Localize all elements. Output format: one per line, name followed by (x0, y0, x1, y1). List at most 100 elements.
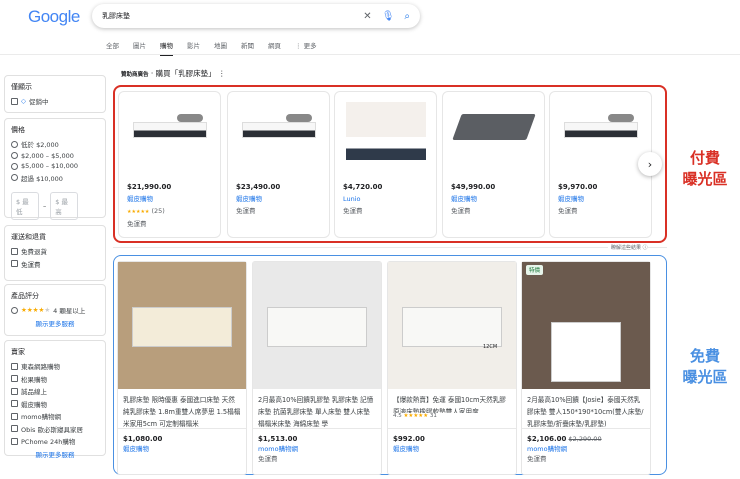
product-price: $23,490.00 (236, 183, 281, 191)
review-count: (25) (151, 207, 165, 215)
rating-option[interactable]: ★★★★★ 4 顆星以上 (11, 305, 99, 315)
shipping-info: 免運費 (236, 207, 256, 215)
product-title[interactable]: 【爆款熱賣】免運 泰國10cm天然乳膠原液床墊橡膠軟墊雙人家用席 (388, 389, 516, 413)
filter-seller[interactable]: 東森網路購物 (11, 361, 99, 371)
organic-product-card[interactable]: 特價 2月最高10%回饋【Josie】泰國天然乳膠床墊 雙人150*190*10… (521, 261, 651, 475)
product-price: $1,513.00 (258, 435, 298, 443)
checkbox[interactable] (11, 412, 18, 420)
filter-seller[interactable]: 誠品線上 (11, 386, 99, 396)
product-image[interactable] (118, 262, 246, 389)
price-option[interactable]: $2,000 – $5,000 (11, 152, 99, 160)
checkbox[interactable] (11, 375, 18, 382)
shipping-info: 免運費 (258, 455, 278, 463)
organic-product-card[interactable]: 乳膠床墊 限時優惠 泰國進口床墊 天然純乳膠床墊 1.8m重雙人席夢思 1.5榻… (117, 261, 247, 475)
max-price-input[interactable]: $ 最高 (50, 191, 79, 220)
filter-label: 免費退貨 (21, 248, 47, 256)
show-more-link[interactable]: 顯示更多服務 (11, 318, 99, 328)
option-label: $5,000 – $10,000 (21, 162, 79, 170)
seller-link[interactable]: 蝦皮購物 (127, 193, 212, 205)
product-image[interactable]: 12CM (388, 262, 516, 389)
seller-link[interactable]: 蝦皮購物 (123, 444, 241, 454)
radio[interactable] (11, 306, 18, 314)
option-label: 超過 $10,000 (21, 174, 63, 183)
filter-label: Obis 歐必斯寢具家居 (21, 425, 84, 434)
product-image[interactable] (228, 92, 329, 178)
ad-product-card[interactable]: $9,970.00 蝦皮購物 免運費 (549, 91, 652, 238)
price-option[interactable]: 超過 $10,000 (11, 173, 99, 183)
search-input[interactable]: 乳膠床墊 (102, 11, 353, 21)
checkbox[interactable] (11, 400, 18, 407)
seller-link[interactable]: 蝦皮購物 (236, 193, 321, 205)
rating-stars: ★★★★★ (127, 209, 150, 215)
original-price: $2,290.00 (568, 435, 602, 443)
product-price: $9,970.00 (558, 183, 598, 191)
price-option[interactable]: 低於 $2,000 (11, 139, 99, 149)
filter-label: momo購物網 (21, 413, 62, 421)
checkbox[interactable] (11, 97, 18, 105)
radio[interactable] (11, 174, 18, 181)
ad-product-card[interactable]: $21,990.00 蝦皮購物 ★★★★★ (25) 免運費 (118, 91, 221, 238)
seller-link[interactable]: 蝦皮購物 (558, 193, 643, 205)
next-arrow-button[interactable]: › (638, 152, 662, 176)
seller-link[interactable]: momo購物網 (258, 444, 376, 454)
show-more-link[interactable]: 顯示更多服務 (11, 449, 99, 459)
checkbox[interactable] (11, 425, 18, 432)
search-box[interactable]: 乳膠床墊 ✕ 🎙 ⌕ (92, 4, 420, 28)
checkbox[interactable] (11, 362, 18, 370)
filter-seller[interactable]: Obis 歐必斯寢具家居 (11, 424, 99, 434)
filter-label: 誠品線上 (21, 388, 47, 396)
seller-link[interactable]: Lunio (343, 193, 428, 205)
filter-label: 免運費 (21, 260, 41, 269)
rating-stars: ★★★★★ (403, 413, 429, 419)
filter-seller[interactable]: 松果購物 (11, 374, 99, 384)
checkbox[interactable] (11, 437, 18, 445)
filter-seller[interactable]: 蝦皮購物 (11, 399, 99, 409)
filter-seller[interactable]: PChome 24h購物 (11, 436, 99, 446)
free-label-line: 曝光區 (682, 368, 728, 386)
filter-price: 價格 低於 $2,000 $2,000 – $5,000 $5,000 – $1… (4, 118, 106, 220)
radio[interactable] (11, 140, 18, 148)
seller-link[interactable]: 蝦皮購物 (393, 444, 511, 454)
radio[interactable] (11, 162, 18, 170)
google-logo[interactable]: Google (28, 7, 80, 27)
seller-link[interactable]: momo購物網 (527, 444, 645, 454)
divider (0, 54, 740, 55)
rating-label: 4 顆星以上 (53, 307, 86, 315)
product-price: $1,080.00 (123, 435, 163, 443)
ad-product-card[interactable]: $4,720.00 Lunio 免運費 (334, 91, 437, 238)
filter-seller[interactable]: momo購物網 (11, 411, 99, 421)
price-option[interactable]: $5,000 – $10,000 (11, 162, 99, 170)
ad-product-card[interactable]: $49,990.00 蝦皮購物 免運費 (442, 91, 545, 238)
checkbox[interactable] (11, 247, 18, 255)
product-image[interactable] (335, 92, 436, 178)
ad-product-card[interactable]: $23,490.00 蝦皮購物 免運費 (227, 91, 330, 238)
product-price: $4,720.00 (343, 183, 383, 191)
filter-on-sale[interactable]: ◇ 促銷中 (11, 96, 99, 106)
product-image[interactable]: 特價 (522, 262, 650, 389)
product-image[interactable] (550, 92, 651, 178)
microphone-icon[interactable]: 🎙 (382, 11, 395, 22)
filter-label: 促銷中 (29, 98, 49, 106)
checkbox[interactable] (11, 387, 18, 395)
radio[interactable] (11, 152, 18, 159)
ads-info-link[interactable]: 瞭解這些結果 ⓘ (608, 244, 648, 251)
filter-free-shipping[interactable]: 免運費 (11, 259, 99, 269)
free-label: 免費 曝光區 (672, 346, 738, 388)
organic-product-card[interactable]: 12CM 【爆款熱賣】免運 泰國10cm天然乳膠原液床墊橡膠軟墊雙人家用席 4.… (387, 261, 517, 475)
filter-label: 蝦皮購物 (21, 400, 47, 409)
seller-link[interactable]: 蝦皮購物 (451, 193, 536, 205)
paid-label-line: 付費 (689, 149, 720, 167)
min-price-input[interactable]: $ 最低 (11, 191, 39, 220)
clear-icon[interactable]: ✕ (363, 11, 371, 22)
product-image[interactable] (443, 92, 544, 178)
checkbox[interactable] (11, 260, 18, 267)
product-image[interactable] (253, 262, 381, 389)
ads-title: · 購買「乳膠床墊」 (150, 69, 216, 78)
filter-free-returns[interactable]: 免費退貨 (11, 246, 99, 256)
sponsored-label: 贊助商廣告 (121, 72, 149, 78)
product-image[interactable] (119, 92, 220, 178)
chevron-right-icon: › (647, 157, 653, 171)
search-icon[interactable]: ⌕ (404, 11, 410, 22)
more-options-icon[interactable]: ⋮ (218, 69, 226, 78)
organic-product-card[interactable]: 2月最高10%回饋乳膠墊 乳膠床墊 記憶床墊 抗菌乳膠床墊 單人床墊 雙人床墊 … (252, 261, 382, 475)
